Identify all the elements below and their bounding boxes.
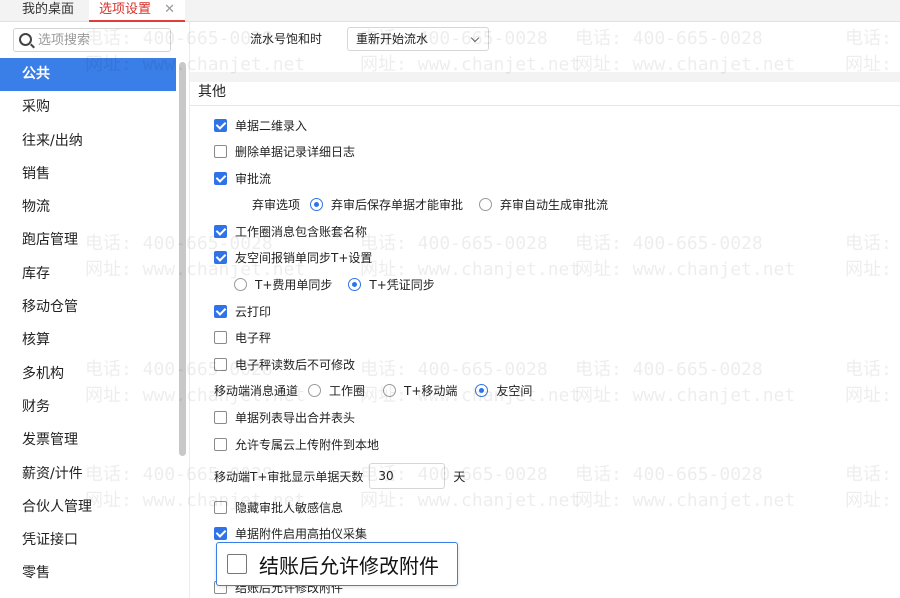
sidebar-item[interactable]: 薪资/计件 xyxy=(0,458,176,491)
checkbox[interactable] xyxy=(214,500,227,514)
serial-section: 流水号饱和时 重新开始流水 xyxy=(190,22,900,72)
mobile-channel-options: 移动端消息通道 工作圈 T+移动端 友空间 xyxy=(214,381,532,399)
search-icon xyxy=(19,33,32,46)
radio-label: T+凭证同步 xyxy=(369,277,435,292)
option-label: 删除单据记录详细日志 xyxy=(235,144,356,159)
option-qr-input[interactable]: 单据二维录入 xyxy=(214,116,307,134)
sidebar-item[interactable]: 核算 xyxy=(0,324,176,357)
close-icon[interactable]: ✕ xyxy=(164,0,175,20)
radio-label: T+移动端 xyxy=(404,383,458,398)
serial-select-value: 重新开始流水 xyxy=(356,32,429,46)
radio-label: 弃审自动生成审批流 xyxy=(500,197,609,212)
option-label: 工作圈消息包含账套名称 xyxy=(235,224,368,239)
checkbox[interactable] xyxy=(214,357,227,371)
option-cloud-print[interactable]: 云打印 xyxy=(214,302,271,320)
option-delete-log[interactable]: 删除单据记录详细日志 xyxy=(214,142,355,160)
radio-sync-opt1[interactable] xyxy=(234,277,247,291)
sidebar-item[interactable]: 库存 xyxy=(0,258,176,291)
tab-label: 选项设置 xyxy=(99,2,152,17)
tab-bar: 我的桌面 选项设置 ✕ xyxy=(0,0,900,22)
option-private-cloud-upload[interactable]: 允许专属云上传附件到本地 xyxy=(214,435,379,453)
radio-sync-opt2[interactable] xyxy=(348,277,362,291)
tab-my-desktop[interactable]: 我的桌面 xyxy=(12,0,84,22)
option-zoom-popup[interactable]: 结账后允许修改附件 xyxy=(216,542,458,586)
option-friend-space-sync[interactable]: 友空间报销单同步T+设置 xyxy=(214,248,372,266)
sidebar-item[interactable]: 跑店管理 xyxy=(0,224,176,257)
sidebar-item[interactable]: 物流 xyxy=(0,191,176,224)
radio-label: 友空间 xyxy=(496,383,533,398)
sidebar-item[interactable]: 财务 xyxy=(0,391,176,424)
checkbox[interactable] xyxy=(214,437,227,451)
checkbox[interactable] xyxy=(214,526,227,540)
radio-channel-opt2[interactable] xyxy=(383,383,397,397)
option-approval-flow[interactable]: 审批流 xyxy=(214,169,271,187)
sidebar-item[interactable]: 合伙人管理 xyxy=(0,491,176,524)
divider xyxy=(190,105,900,106)
section-gap xyxy=(190,72,900,82)
option-label: 云打印 xyxy=(235,304,272,319)
tab-label: 我的桌面 xyxy=(22,2,75,17)
option-label: 允许专属云上传附件到本地 xyxy=(235,437,380,452)
mobile-days-unit: 天 xyxy=(453,469,466,484)
radio-label: 弃审后保存单据才能审批 xyxy=(331,197,464,212)
mobile-channel-label: 移动端消息通道 xyxy=(214,383,299,398)
checkbox[interactable] xyxy=(214,144,227,158)
checkbox[interactable] xyxy=(214,250,227,264)
checkbox[interactable] xyxy=(214,224,227,238)
checkbox[interactable] xyxy=(214,171,227,185)
sync-options: T+费用单同步 T+凭证同步 xyxy=(234,275,435,293)
checkbox[interactable] xyxy=(214,118,227,132)
sidebar-item[interactable]: 多机构 xyxy=(0,358,176,391)
sidebar-item[interactable]: 移动仓管 xyxy=(0,291,176,324)
option-workcircle-account[interactable]: 工作圈消息包含账套名称 xyxy=(214,222,367,240)
sidebar: 公共采购往来/出纳销售物流跑店管理库存移动仓管核算多机构财务发票管理薪资/计件合… xyxy=(0,22,190,598)
option-high-camera[interactable]: 单据附件启用高拍仪采集 xyxy=(214,524,367,542)
sidebar-item[interactable]: 采购 xyxy=(0,91,176,124)
sidebar-nav: 公共 采购 往来/出纳 销售 物流 跑店管理 库存 移动仓管 核算 多机构 财务 发票管理 薪资/计件合… xyxy=(0,58,176,591)
serial-label: 流水号饱和时 xyxy=(250,32,323,46)
mobile-days-label: 移动端T+审批显示单据天数 xyxy=(214,469,364,484)
option-label: 电子秤 xyxy=(235,330,272,345)
checkbox[interactable] xyxy=(214,304,227,318)
option-hide-approver[interactable]: 隐藏审批人敏感信息 xyxy=(214,498,343,516)
option-label: 单据列表导出合并表头 xyxy=(235,410,356,425)
option-label: 单据二维录入 xyxy=(235,118,308,133)
options-panel: 流水号饱和时 重新开始流水 其他 单据二维录入 删除单据记录详细日志 审批流 弃… xyxy=(190,22,900,598)
radio-abandon-opt1[interactable] xyxy=(310,197,324,211)
option-label: 友空间报销单同步T+设置 xyxy=(235,250,373,265)
radio-channel-opt1[interactable] xyxy=(308,383,322,397)
radio-label: 工作圈 xyxy=(329,383,366,398)
abandon-label: 弃审选项 xyxy=(252,197,301,212)
option-label: 隐藏审批人敏感信息 xyxy=(235,500,344,515)
chevron-down-icon xyxy=(470,33,480,43)
sidebar-item[interactable]: 发票管理 xyxy=(0,424,176,457)
mobile-days-setting: 移动端T+审批显示单据天数 30 天 xyxy=(214,462,465,490)
radio-abandon-opt2[interactable] xyxy=(479,197,493,211)
radio-label: T+费用单同步 xyxy=(255,277,333,292)
search-box[interactable] xyxy=(13,28,171,52)
sidebar-item[interactable]: 零售 xyxy=(0,557,176,590)
checkbox[interactable] xyxy=(214,330,227,344)
sidebar-item[interactable]: 往来/出纳 xyxy=(0,125,176,158)
option-label: 电子秤读数后不可修改 xyxy=(235,357,356,372)
option-label: 审批流 xyxy=(235,171,272,186)
serial-select[interactable]: 重新开始流水 xyxy=(347,27,489,51)
radio-channel-opt3[interactable] xyxy=(475,383,489,397)
tab-options-settings[interactable]: 选项设置 ✕ xyxy=(89,0,185,22)
sidebar-scrollbar[interactable] xyxy=(179,62,186,456)
section-title: 其他 xyxy=(198,84,226,100)
sidebar-item[interactable]: 销售 xyxy=(0,158,176,191)
sidebar-item[interactable]: 凭证接口 xyxy=(0,524,176,557)
popup-label: 结账后允许修改附件 xyxy=(259,553,439,578)
option-scale-readonly[interactable]: 电子秤读数后不可修改 xyxy=(214,355,355,373)
option-scale[interactable]: 电子秤 xyxy=(214,328,271,346)
option-export-merge[interactable]: 单据列表导出合并表头 xyxy=(214,408,355,426)
checkbox[interactable] xyxy=(214,410,227,424)
mobile-days-input[interactable]: 30 xyxy=(369,463,446,489)
sidebar-item[interactable]: 公共 xyxy=(0,58,176,92)
option-label: 单据附件启用高拍仪采集 xyxy=(235,526,368,541)
search-input[interactable] xyxy=(38,31,166,49)
abandon-options: 弃审选项 弃审后保存单据才能审批 弃审自动生成审批流 xyxy=(252,195,608,213)
checkbox[interactable] xyxy=(227,554,247,574)
